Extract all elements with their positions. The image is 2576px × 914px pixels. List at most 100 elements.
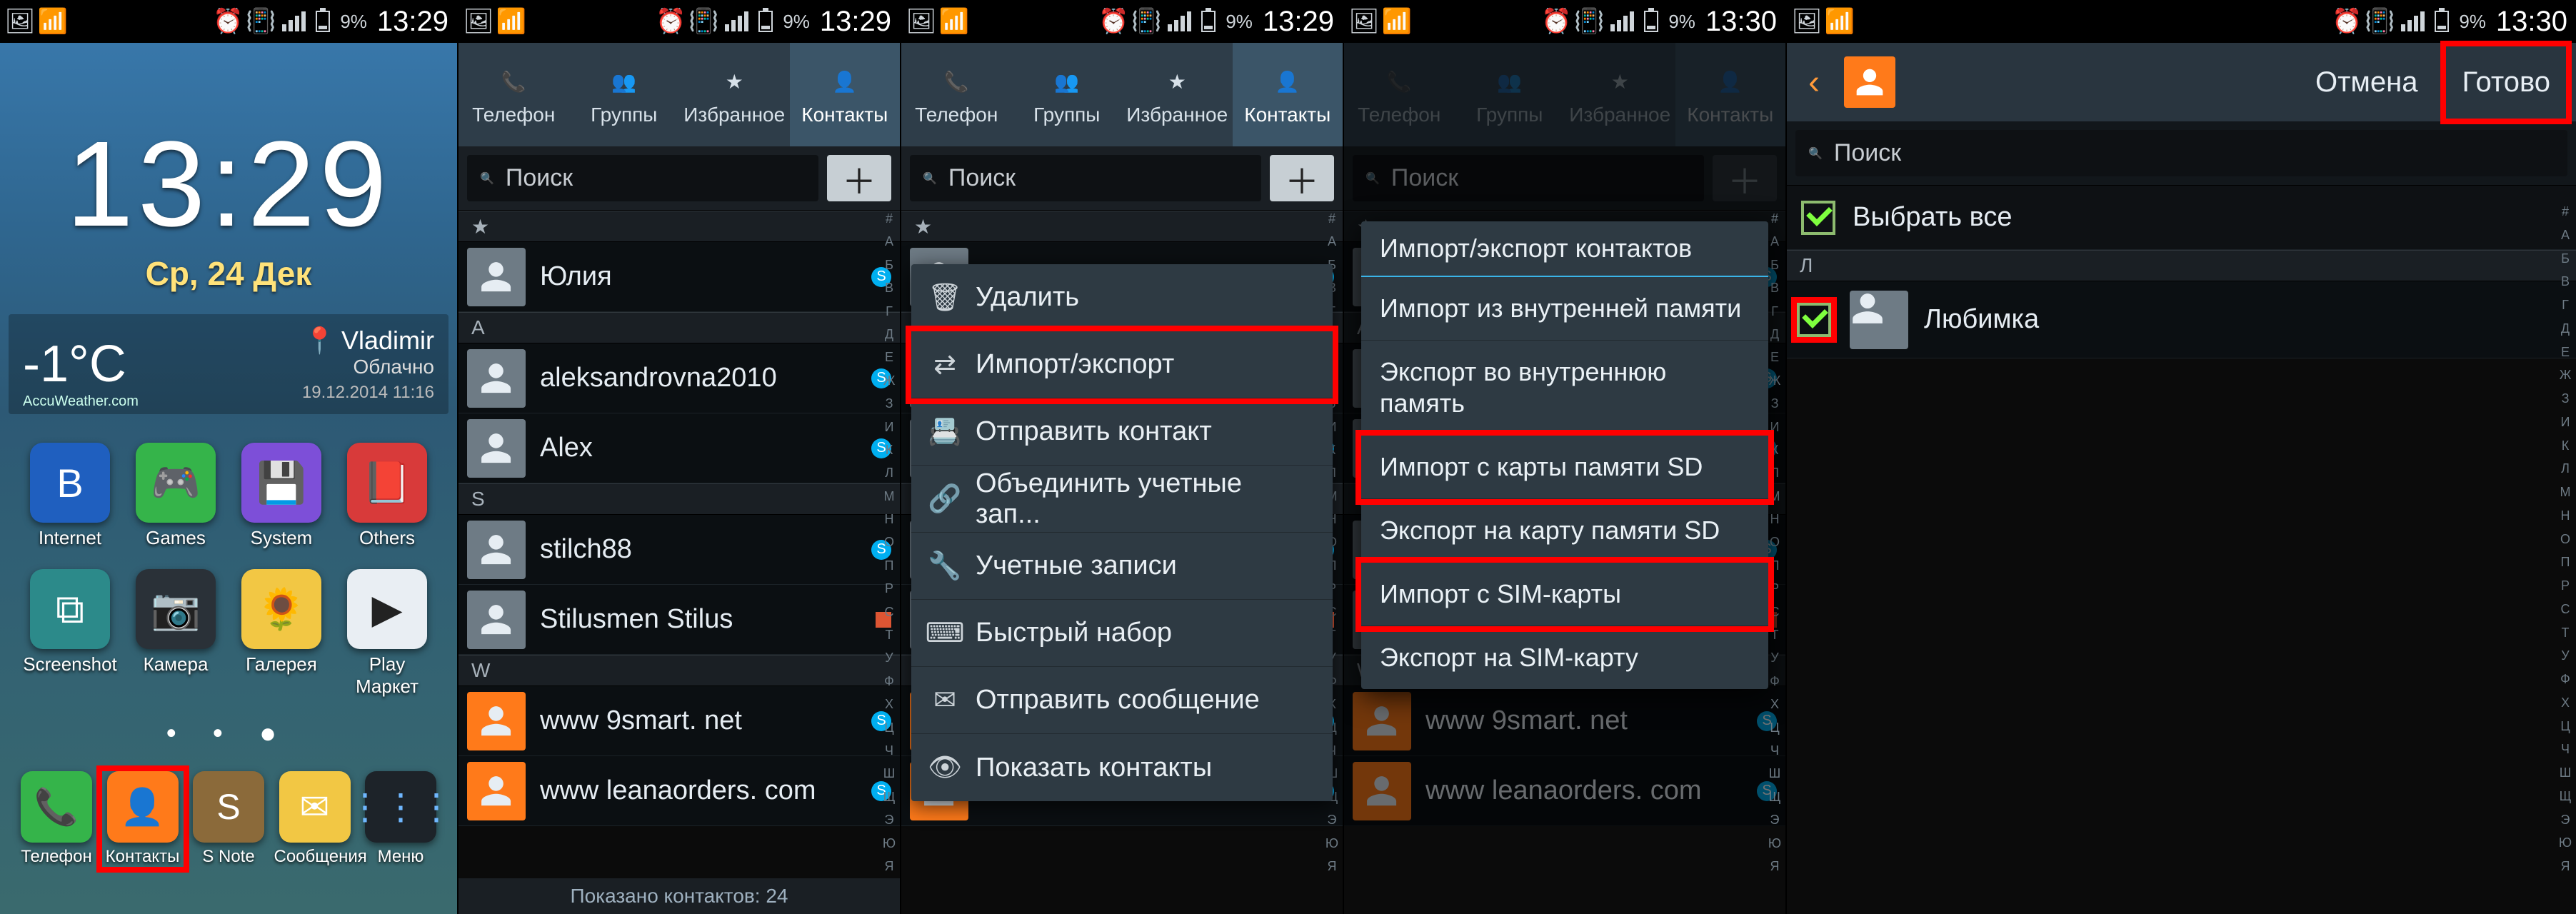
rail-letter[interactable]: Щ (883, 790, 896, 805)
dialog-option[interactable]: Экспорт на карту памяти SD (1361, 499, 1768, 563)
contact-row[interactable]: www 9smart. netS (1344, 686, 1785, 756)
tab-favorites[interactable]: ★Избранное (679, 43, 790, 146)
rail-letter[interactable]: П (1770, 558, 1780, 573)
rail-letter[interactable]: Т (1771, 628, 1779, 643)
rail-letter[interactable]: Я (885, 859, 894, 874)
page-indicator[interactable]: • • ● (0, 718, 457, 750)
checkbox-icon[interactable] (1797, 303, 1831, 337)
dock-app-s note[interactable]: SS Note (188, 771, 269, 867)
rail-letter[interactable]: # (1328, 211, 1335, 226)
alphabet-rail[interactable]: #AБВГДЕЖЗИКЛМНОПРСТУФХЦЧШЩЭЮЯ (878, 207, 900, 878)
rail-letter[interactable]: Б (2561, 251, 2570, 266)
rail-letter[interactable]: Б (885, 258, 893, 273)
app-камера[interactable]: 📷Камера (126, 569, 226, 698)
rail-letter[interactable]: Щ (1769, 790, 1781, 805)
rail-letter[interactable]: П (885, 558, 894, 573)
menu-item-trash[interactable]: 🗑Удалить (911, 264, 1333, 331)
cancel-button[interactable]: Отмена (2300, 46, 2434, 119)
rail-letter[interactable]: Р (2561, 578, 2570, 593)
rail-letter[interactable]: Э (1770, 813, 1780, 828)
dialog-option[interactable]: Экспорт во внутреннюю память (1361, 341, 1768, 436)
rail-letter[interactable]: О (2560, 532, 2570, 547)
contact-row[interactable]: www 9smart. netS (458, 686, 900, 756)
rail-letter[interactable]: Щ (2560, 789, 2572, 804)
rail-letter[interactable]: Я (1770, 859, 1780, 874)
rail-letter[interactable]: В (2561, 274, 2570, 289)
dialog-option[interactable]: Импорт из внутренней памяти (1361, 277, 1768, 341)
rail-letter[interactable]: Г (886, 304, 893, 319)
rail-letter[interactable]: Ф (2560, 672, 2570, 687)
rail-letter[interactable]: # (2562, 204, 2569, 219)
rail-letter[interactable]: С (2561, 602, 2570, 617)
menu-item-eye[interactable]: 👁Показать контакты (911, 734, 1333, 801)
tab-phone[interactable]: 📞Телефон (458, 43, 569, 146)
rail-letter[interactable]: Я (1328, 859, 1337, 874)
dock-app-сообщения[interactable]: ✉Сообщения (274, 771, 356, 867)
rail-letter[interactable]: Ц (1770, 720, 1779, 735)
rail-letter[interactable]: A (885, 234, 893, 249)
app-screenshot[interactable]: ⧉Screenshot (20, 569, 120, 698)
rail-letter[interactable]: Г (2562, 298, 2569, 313)
menu-item-msg[interactable]: ✉Отправить сообщение (911, 667, 1333, 734)
menu-item-link[interactable]: 🔗Объединить учетные зап... (911, 466, 1333, 533)
contact-row[interactable]: www leanaorders. comS (458, 756, 900, 826)
rail-letter[interactable]: И (1770, 420, 1780, 435)
tab-groups[interactable]: 👥Группы (569, 43, 680, 146)
dock-app-контакты[interactable]: 👤Контакты (102, 771, 184, 867)
rail-letter[interactable]: A (1770, 234, 1779, 249)
rail-letter[interactable]: Э (885, 813, 894, 828)
add-contact-button[interactable]: ＋ (827, 155, 891, 201)
rail-letter[interactable]: М (2560, 485, 2571, 500)
add-contact-button[interactable]: ＋ (1270, 155, 1334, 201)
app-games[interactable]: 🎮Games (126, 443, 226, 549)
rail-letter[interactable]: У (2561, 648, 2569, 663)
weather-widget[interactable]: -1°C AccuWeather.com 📍Vladimir Облачно 1… (9, 314, 448, 414)
rail-letter[interactable]: Ф (884, 674, 894, 689)
rail-letter[interactable]: О (1770, 535, 1780, 550)
rail-letter[interactable]: И (885, 420, 894, 435)
rail-letter[interactable]: Э (1328, 813, 1337, 828)
rail-letter[interactable]: Т (886, 628, 893, 643)
app-галерея[interactable]: 🌻Галерея (231, 569, 331, 698)
rail-letter[interactable]: Я (2561, 859, 2570, 874)
tab-groups[interactable]: 👥Группы (1012, 43, 1123, 146)
tab-favorites[interactable]: ★Избранное (1122, 43, 1233, 146)
rail-letter[interactable]: О (884, 535, 894, 550)
rail-letter[interactable]: Ш (883, 766, 896, 781)
rail-letter[interactable]: Т (2562, 626, 2570, 641)
alphabet-rail[interactable]: #AБВГДЕЖЗИКЛМНОПРСТУФХЦЧШЩЭЮЯ (2555, 200, 2576, 878)
done-button[interactable]: Готово (2446, 46, 2566, 119)
rail-letter[interactable]: Ж (2560, 368, 2572, 383)
app-system[interactable]: 💾System (231, 443, 331, 549)
rail-letter[interactable]: Х (2561, 695, 2570, 710)
rail-letter[interactable]: Ц (2560, 719, 2570, 734)
rail-letter[interactable]: Е (885, 350, 893, 365)
rail-letter[interactable]: Ю (2559, 835, 2572, 850)
rail-letter[interactable]: Г (1771, 304, 1778, 319)
rail-letter[interactable]: A (2561, 228, 2570, 243)
rail-letter[interactable]: М (1770, 489, 1780, 504)
rail-letter[interactable]: Д (1770, 327, 1779, 342)
rail-letter[interactable]: Ч (885, 743, 893, 758)
app-play маркет[interactable]: ▶Play Маркет (337, 569, 437, 698)
rail-letter[interactable]: К (886, 443, 893, 458)
rail-letter[interactable]: Ч (2561, 742, 2570, 757)
app-internet[interactable]: BInternet (20, 443, 120, 549)
rail-letter[interactable]: С (885, 605, 894, 620)
menu-item-dial[interactable]: ⌨Быстрый набор (911, 600, 1333, 667)
rail-letter[interactable]: Х (885, 697, 893, 712)
rail-letter[interactable]: С (1770, 605, 1780, 620)
rail-letter[interactable]: Д (2561, 321, 2570, 336)
rail-letter[interactable]: В (1770, 281, 1779, 296)
selectable-contact-row[interactable]: Любимка (1787, 281, 2576, 358)
rail-letter[interactable]: Ж (1769, 373, 1781, 388)
contact-row[interactable]: www leanaorders. comS (1344, 756, 1785, 826)
rail-letter[interactable]: К (1771, 443, 1779, 458)
rail-letter[interactable]: Б (1770, 258, 1779, 273)
rail-letter[interactable]: Н (2561, 508, 2570, 523)
rail-letter[interactable]: Н (885, 512, 894, 527)
rail-letter[interactable]: Ч (1770, 743, 1779, 758)
tab-contacts[interactable]: 👤Контакты (790, 43, 901, 146)
rail-letter[interactable]: И (2561, 415, 2570, 430)
tab-phone[interactable]: 📞Телефон (901, 43, 1012, 146)
